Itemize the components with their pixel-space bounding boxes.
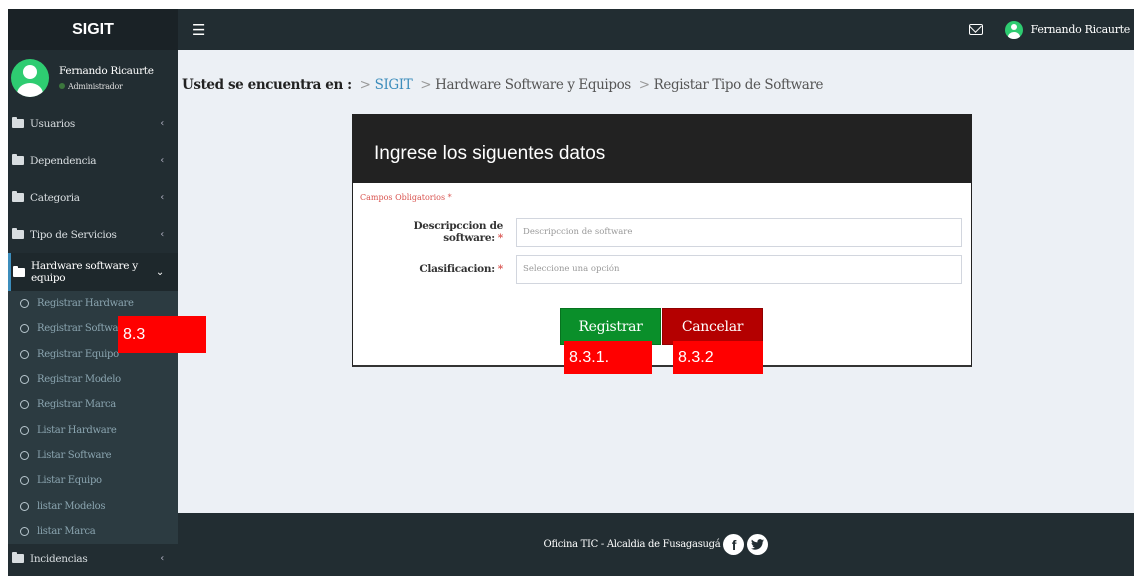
submenu-item[interactable]: Listar Equipo: [8, 468, 178, 493]
menu-toggle-icon[interactable]: ☰: [192, 21, 205, 39]
user-avatar-icon: [11, 58, 49, 97]
submenu-item[interactable]: listar Modelos: [8, 493, 178, 518]
classification-select[interactable]: Seleccione una opción: [516, 254, 962, 284]
description-row: Descripccion de software: * Descripccion …: [353, 217, 971, 247]
annotation-label: 8.3: [118, 316, 206, 353]
circle-icon: [20, 375, 29, 385]
app-logo[interactable]: SIGIT: [8, 9, 178, 50]
classification-label: Clasificacion: *: [419, 263, 503, 275]
folder-icon: [12, 552, 24, 564]
circle-icon: [20, 526, 29, 536]
user-role: Administrador: [59, 82, 154, 91]
sidebar-item-tipo-servicios[interactable]: Tipo de Servicios ‹: [8, 216, 178, 253]
envelope-icon[interactable]: [968, 24, 983, 35]
folder-icon: [12, 117, 24, 128]
sidebar-item-usuarios[interactable]: Usuarios ‹: [8, 105, 178, 142]
online-status-icon: [59, 83, 65, 89]
chevron-left-icon: ‹: [160, 118, 164, 129]
submenu-item[interactable]: Registrar Hardware: [8, 291, 178, 316]
description-label: Descripccion de software: *: [413, 220, 503, 244]
sidebar-item-incidencias[interactable]: Incidencias ‹: [8, 544, 178, 574]
sidebar-item-dependencia[interactable]: Dependencia ‹: [8, 142, 178, 179]
folder-icon: [12, 228, 24, 239]
chevron-left-icon: ‹: [160, 155, 164, 166]
circle-icon: [20, 324, 29, 334]
twitter-icon[interactable]: [747, 534, 769, 555]
chevron-left-icon: ‹: [160, 192, 164, 203]
circle-icon: [20, 476, 29, 486]
cancelar-button[interactable]: Cancelar: [662, 308, 763, 345]
breadcrumb: Usted se encuentra en : > SIGIT > Hardware…: [182, 77, 824, 93]
facebook-icon[interactable]: f: [723, 534, 745, 555]
submenu-item[interactable]: Registrar Modelo: [8, 367, 178, 392]
annotation-label: 8.3.2: [673, 341, 763, 374]
folder-icon: [12, 191, 24, 202]
chevron-left-icon: ‹: [160, 553, 164, 565]
user-avatar-icon[interactable]: [1004, 20, 1023, 39]
circle-icon: [20, 299, 29, 309]
form-card: Ingrese los siguentes datos Campos Oblig…: [352, 114, 972, 367]
main-content: Usted se encuentra en : > SIGIT > Hardware…: [178, 50, 1134, 513]
description-input[interactable]: Descripccion de software: [516, 217, 962, 247]
top-navbar: ☰ Fernando Ricaurte: [178, 9, 1134, 50]
submenu-item[interactable]: Registrar Marca: [8, 392, 178, 417]
classification-row: Clasificacion: * Seleccione una opción: [353, 254, 971, 284]
submenu-item[interactable]: listar Marca: [8, 519, 178, 544]
breadcrumb-link-sigit[interactable]: SIGIT: [375, 77, 413, 93]
registrar-button[interactable]: Registrar: [560, 308, 661, 345]
folder-icon: [13, 265, 25, 277]
sidebar: Fernando Ricaurte Administrador Usuarios…: [8, 50, 178, 576]
folder-icon: [12, 154, 24, 165]
sidebar-item-hardware[interactable]: Hardware software y equipo ⌄: [8, 253, 178, 291]
user-panel: Fernando Ricaurte Administrador: [8, 50, 178, 105]
footer-text: Oficina TIC - Alcaldia de Fusagasugá: [543, 539, 721, 550]
circle-icon: [20, 425, 29, 435]
submenu-item[interactable]: Listar Hardware: [8, 417, 178, 442]
breadcrumb-current: Registar Tipo de Software: [653, 77, 824, 93]
topbar-user-name[interactable]: Fernando Ricaurte: [1031, 23, 1131, 36]
circle-icon: [20, 501, 29, 511]
form-title: Ingrese los siguentes datos: [353, 115, 971, 183]
chevron-down-icon: ⌄: [155, 266, 164, 278]
sidebar-item-categoria[interactable]: Categoria ‹: [8, 179, 178, 216]
circle-icon: [20, 400, 29, 410]
chevron-left-icon: ‹: [160, 229, 164, 240]
topbar-right: Fernando Ricaurte: [968, 20, 1134, 39]
sidebar-user-name: Fernando Ricaurte: [59, 64, 154, 77]
circle-icon: [20, 450, 29, 460]
annotation-label: 8.3.1.: [564, 341, 652, 374]
breadcrumb-item: Hardware Software y Equipos: [435, 77, 631, 93]
footer: Oficina TIC - Alcaldia de Fusagasugá f: [178, 513, 1134, 576]
submenu-item[interactable]: Listar Software: [8, 443, 178, 468]
circle-icon: [20, 349, 29, 359]
required-note: Campos Obligatorios *: [360, 193, 452, 202]
